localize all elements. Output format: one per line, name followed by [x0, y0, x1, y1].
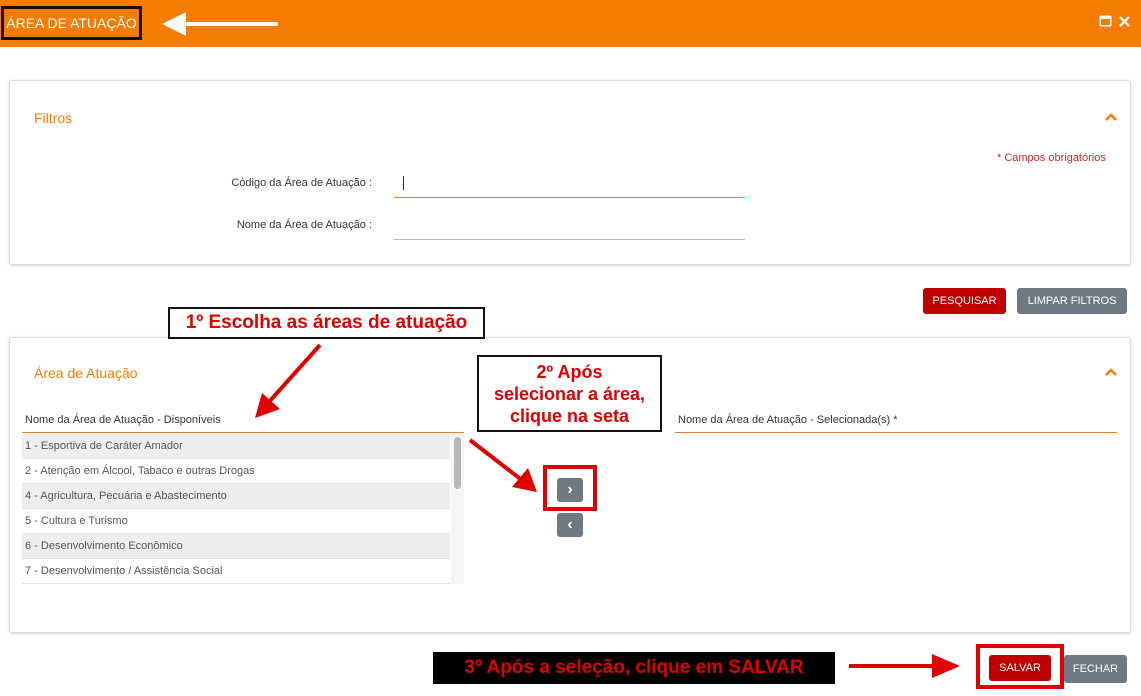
step2-line: clique na seta [509, 406, 630, 426]
step2-annotation: 2º Após selecionar a área, clique na set… [477, 355, 662, 432]
clear-filters-button[interactable]: LIMPAR FILTROS [1017, 288, 1127, 314]
move-left-button[interactable]: ‹ [557, 513, 583, 537]
scrollbar-thumb[interactable] [454, 437, 461, 489]
list-item[interactable]: 4 - Agricultura, Pecuária e Abasteciment… [22, 484, 450, 509]
name-input[interactable] [394, 216, 745, 240]
step3-annotation: 3º Após a seleção, clique em SALVAR [433, 652, 835, 684]
search-button[interactable]: PESQUISAR [923, 288, 1006, 314]
close-icon[interactable] [1117, 14, 1131, 28]
chevron-up-icon[interactable] [1104, 367, 1118, 377]
title-pointer-arrow [162, 12, 278, 36]
save-button-highlight [976, 644, 1064, 689]
step1-annotation: 1º Escolha as áreas de atuação [168, 307, 485, 339]
move-button-highlight [543, 465, 597, 511]
code-field-label: Código da Área de Atuação : [231, 177, 372, 189]
minimize-icon[interactable] [1098, 14, 1112, 28]
title-bar: ÁREA DE ATUAÇÃO [0, 0, 1141, 47]
name-field-label: Nome da Área de Atuação : [236, 219, 372, 231]
chevron-left-icon: ‹ [567, 516, 573, 533]
list-item[interactable]: 5 - Cultura e Turismo [22, 509, 450, 534]
chevron-up-icon[interactable] [1104, 112, 1118, 122]
filters-title: Filtros [34, 110, 73, 126]
step3-arrowhead [932, 654, 960, 678]
text-cursor [403, 176, 404, 190]
code-input[interactable] [394, 174, 745, 198]
list-item[interactable]: 6 - Desenvolvimento Econômico [22, 534, 450, 559]
list-scrollbar[interactable] [451, 434, 464, 584]
available-list-header: Nome da Área de Atuação - Disponíveis [22, 414, 464, 433]
list-item[interactable]: 7 - Desenvolvimento / Assistência Social [22, 559, 450, 584]
close-button[interactable]: FECHAR [1064, 655, 1127, 683]
available-list[interactable]: 1 - Esportiva de Caráter Amador 2 - Aten… [22, 434, 464, 584]
step2-line: selecionar a área, [493, 384, 646, 404]
required-fields-note: * Campos obrigatórios [997, 152, 1106, 164]
area-title: Área de Atuação [34, 365, 138, 381]
list-item[interactable]: 2 - Atenção em Álcool, Tabaco e outras D… [22, 459, 450, 484]
selected-list[interactable] [675, 434, 1117, 584]
window-title-frame: ÁREA DE ATUAÇÃO [1, 6, 142, 40]
window-title: ÁREA DE ATUAÇÃO [6, 15, 137, 31]
selected-list-header: Nome da Área de Atuação - Selecionada(s)… [675, 414, 1117, 433]
step2-line: 2º Após [536, 362, 603, 382]
list-item[interactable]: 1 - Esportiva de Caráter Amador [22, 434, 450, 459]
